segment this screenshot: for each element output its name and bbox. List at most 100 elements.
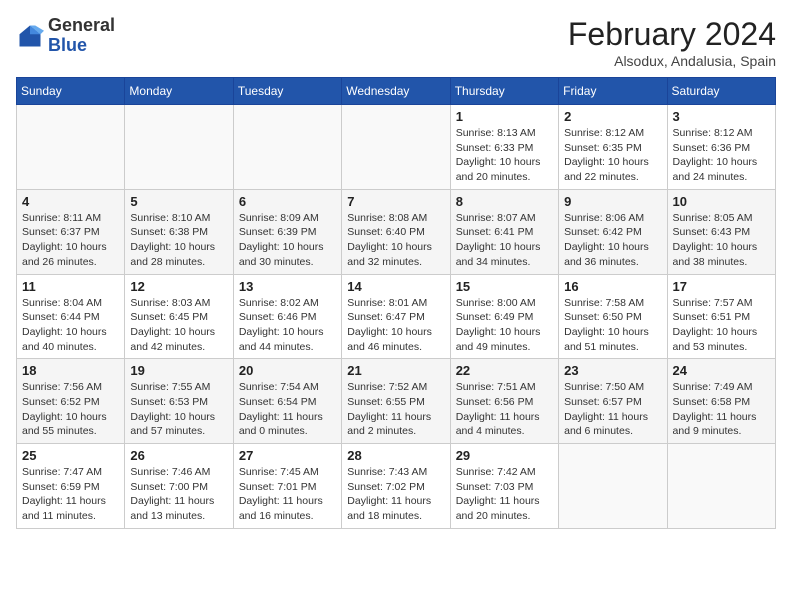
day-number: 13	[239, 279, 336, 294]
calendar-cell: 23 Sunrise: 7:50 AM Sunset: 6:57 PM Dayli…	[559, 359, 667, 444]
day-number: 16	[564, 279, 661, 294]
day-number: 17	[673, 279, 770, 294]
day-number: 11	[22, 279, 119, 294]
calendar-week-2: 4Sunrise: 8:11 AM Sunset: 6:37 PM Daylig…	[17, 189, 776, 274]
day-number: 24	[673, 363, 770, 378]
calendar-cell	[667, 444, 775, 529]
calendar-cell	[125, 105, 233, 190]
day-number: 18	[22, 363, 119, 378]
calendar-table: SundayMondayTuesdayWednesdayThursdayFrid…	[16, 77, 776, 529]
calendar-cell: 9 Sunrise: 8:06 AM Sunset: 6:42 PM Daylig…	[559, 189, 667, 274]
calendar-cell: 21 Sunrise: 7:52 AM Sunset: 6:55 PM Dayli…	[342, 359, 450, 444]
weekday-header-friday: Friday	[559, 78, 667, 105]
calendar-cell: 15Sunrise: 8:00 AM Sunset: 6:49 PM Dayli…	[450, 274, 558, 359]
day-info: Sunrise: 7:52 AM Sunset: 6:55 PM Dayligh…	[347, 380, 444, 439]
calendar-cell: 24 Sunrise: 7:49 AM Sunset: 6:58 PM Dayli…	[667, 359, 775, 444]
calendar-cell	[17, 105, 125, 190]
calendar-cell: 11Sunrise: 8:04 AM Sunset: 6:44 PM Dayli…	[17, 274, 125, 359]
day-number: 19	[130, 363, 227, 378]
day-number: 22	[456, 363, 553, 378]
calendar-week-5: 25Sunrise: 7:47 AM Sunset: 6:59 PM Dayli…	[17, 444, 776, 529]
day-info: Sunrise: 7:49 AM Sunset: 6:58 PM Dayligh…	[673, 380, 770, 439]
calendar-cell: 1 Sunrise: 8:13 AM Sunset: 6:33 PM Daylig…	[450, 105, 558, 190]
day-number: 5	[130, 194, 227, 209]
day-info: Sunrise: 8:06 AM Sunset: 6:42 PM Dayligh…	[564, 211, 661, 270]
calendar-cell: 20 Sunrise: 7:54 AM Sunset: 6:54 PM Dayli…	[233, 359, 341, 444]
calendar-cell: 5 Sunrise: 8:10 AM Sunset: 6:38 PM Daylig…	[125, 189, 233, 274]
day-number: 14	[347, 279, 444, 294]
day-info: Sunrise: 7:42 AM Sunset: 7:03 PM Dayligh…	[456, 465, 553, 524]
day-info: Sunrise: 8:09 AM Sunset: 6:39 PM Dayligh…	[239, 211, 336, 270]
day-number: 2	[564, 109, 661, 124]
title-block: February 2024 Alsodux, Andalusia, Spain	[568, 16, 776, 69]
day-info: Sunrise: 8:12 AM Sunset: 6:36 PM Dayligh…	[673, 126, 770, 185]
calendar-cell: 2 Sunrise: 8:12 AM Sunset: 6:35 PM Daylig…	[559, 105, 667, 190]
month-year-title: February 2024	[568, 16, 776, 53]
calendar-week-1: 1 Sunrise: 8:13 AM Sunset: 6:33 PM Daylig…	[17, 105, 776, 190]
day-info: Sunrise: 8:12 AM Sunset: 6:35 PM Dayligh…	[564, 126, 661, 185]
day-number: 27	[239, 448, 336, 463]
calendar-header: SundayMondayTuesdayWednesdayThursdayFrid…	[17, 78, 776, 105]
day-info: Sunrise: 8:01 AM Sunset: 6:47 PM Dayligh…	[347, 296, 444, 355]
day-info: Sunrise: 7:46 AM Sunset: 7:00 PM Dayligh…	[130, 465, 227, 524]
calendar-cell: 7Sunrise: 8:08 AM Sunset: 6:40 PM Daylig…	[342, 189, 450, 274]
day-info: Sunrise: 7:51 AM Sunset: 6:56 PM Dayligh…	[456, 380, 553, 439]
calendar-cell: 4Sunrise: 8:11 AM Sunset: 6:37 PM Daylig…	[17, 189, 125, 274]
day-info: Sunrise: 7:47 AM Sunset: 6:59 PM Dayligh…	[22, 465, 119, 524]
day-number: 1	[456, 109, 553, 124]
calendar-week-4: 18Sunrise: 7:56 AM Sunset: 6:52 PM Dayli…	[17, 359, 776, 444]
calendar-week-3: 11Sunrise: 8:04 AM Sunset: 6:44 PM Dayli…	[17, 274, 776, 359]
logo-general: General	[48, 15, 115, 35]
calendar-cell: 8Sunrise: 8:07 AM Sunset: 6:41 PM Daylig…	[450, 189, 558, 274]
day-info: Sunrise: 7:55 AM Sunset: 6:53 PM Dayligh…	[130, 380, 227, 439]
calendar-cell	[559, 444, 667, 529]
day-info: Sunrise: 7:58 AM Sunset: 6:50 PM Dayligh…	[564, 296, 661, 355]
calendar-cell	[342, 105, 450, 190]
calendar-cell: 27 Sunrise: 7:45 AM Sunset: 7:01 PM Dayli…	[233, 444, 341, 529]
day-info: Sunrise: 7:43 AM Sunset: 7:02 PM Dayligh…	[347, 465, 444, 524]
calendar-cell: 12 Sunrise: 8:03 AM Sunset: 6:45 PM Dayli…	[125, 274, 233, 359]
calendar-body: 1 Sunrise: 8:13 AM Sunset: 6:33 PM Daylig…	[17, 105, 776, 529]
day-number: 29	[456, 448, 553, 463]
day-info: Sunrise: 8:02 AM Sunset: 6:46 PM Dayligh…	[239, 296, 336, 355]
day-info: Sunrise: 8:03 AM Sunset: 6:45 PM Dayligh…	[130, 296, 227, 355]
calendar-cell	[233, 105, 341, 190]
day-info: Sunrise: 8:13 AM Sunset: 6:33 PM Dayligh…	[456, 126, 553, 185]
day-info: Sunrise: 8:05 AM Sunset: 6:43 PM Dayligh…	[673, 211, 770, 270]
calendar-cell: 19 Sunrise: 7:55 AM Sunset: 6:53 PM Dayli…	[125, 359, 233, 444]
weekday-header-wednesday: Wednesday	[342, 78, 450, 105]
day-number: 20	[239, 363, 336, 378]
day-info: Sunrise: 8:10 AM Sunset: 6:38 PM Dayligh…	[130, 211, 227, 270]
weekday-header-row: SundayMondayTuesdayWednesdayThursdayFrid…	[17, 78, 776, 105]
day-number: 3	[673, 109, 770, 124]
calendar-cell: 10Sunrise: 8:05 AM Sunset: 6:43 PM Dayli…	[667, 189, 775, 274]
calendar-cell: 26 Sunrise: 7:46 AM Sunset: 7:00 PM Dayli…	[125, 444, 233, 529]
calendar-cell: 22 Sunrise: 7:51 AM Sunset: 6:56 PM Dayli…	[450, 359, 558, 444]
logo-text: General Blue	[48, 16, 115, 56]
day-info: Sunrise: 7:50 AM Sunset: 6:57 PM Dayligh…	[564, 380, 661, 439]
calendar-cell: 13 Sunrise: 8:02 AM Sunset: 6:46 PM Dayli…	[233, 274, 341, 359]
day-number: 7	[347, 194, 444, 209]
page-header: General Blue February 2024 Alsodux, Anda…	[16, 16, 776, 69]
calendar-cell: 25Sunrise: 7:47 AM Sunset: 6:59 PM Dayli…	[17, 444, 125, 529]
day-info: Sunrise: 7:45 AM Sunset: 7:01 PM Dayligh…	[239, 465, 336, 524]
day-info: Sunrise: 7:54 AM Sunset: 6:54 PM Dayligh…	[239, 380, 336, 439]
day-number: 6	[239, 194, 336, 209]
calendar-cell: 6 Sunrise: 8:09 AM Sunset: 6:39 PM Daylig…	[233, 189, 341, 274]
location-subtitle: Alsodux, Andalusia, Spain	[568, 53, 776, 69]
weekday-header-saturday: Saturday	[667, 78, 775, 105]
day-number: 9	[564, 194, 661, 209]
day-number: 21	[347, 363, 444, 378]
day-number: 26	[130, 448, 227, 463]
calendar-cell: 29 Sunrise: 7:42 AM Sunset: 7:03 PM Dayli…	[450, 444, 558, 529]
calendar-cell: 16 Sunrise: 7:58 AM Sunset: 6:50 PM Dayli…	[559, 274, 667, 359]
day-number: 28	[347, 448, 444, 463]
calendar-cell: 14 Sunrise: 8:01 AM Sunset: 6:47 PM Dayli…	[342, 274, 450, 359]
weekday-header-monday: Monday	[125, 78, 233, 105]
day-info: Sunrise: 7:57 AM Sunset: 6:51 PM Dayligh…	[673, 296, 770, 355]
day-info: Sunrise: 8:07 AM Sunset: 6:41 PM Dayligh…	[456, 211, 553, 270]
day-number: 12	[130, 279, 227, 294]
logo: General Blue	[16, 16, 115, 56]
day-number: 23	[564, 363, 661, 378]
logo-blue: Blue	[48, 35, 87, 55]
